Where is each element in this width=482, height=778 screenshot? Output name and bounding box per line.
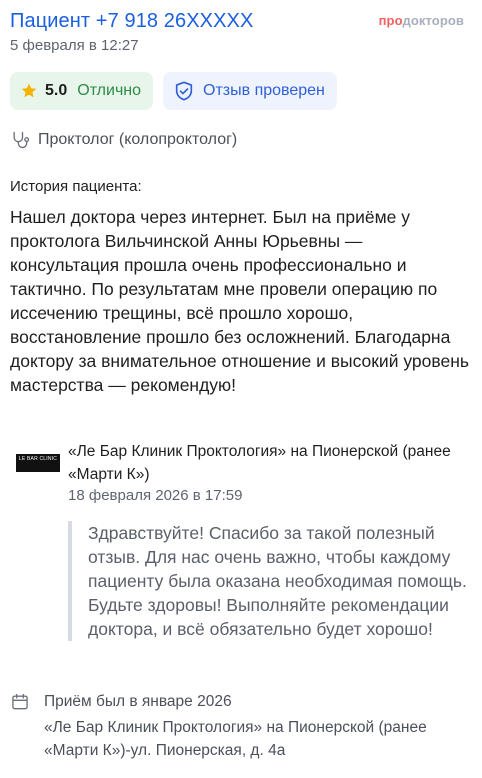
star-icon: [21, 83, 37, 98]
shield-check-icon: [175, 81, 193, 101]
doctor-specialty: Проктолог (колопроктолог): [10, 130, 237, 150]
story-text: Нашел доктора через интернет. Был на при…: [10, 207, 469, 395]
clinic-logo: LE BAR CLINIC: [16, 454, 60, 472]
reply-text: Здравствуйте! Спасибо за такой полезный …: [88, 523, 467, 639]
story-heading: История пациента:: [10, 178, 142, 195]
verified-label: Отзыв проверен: [203, 82, 325, 99]
visit-address[interactable]: «Ле Бар Клиник Проктология» на Пионерско…: [44, 716, 474, 762]
rating-score: 5.0: [45, 82, 68, 99]
verified-badge[interactable]: Отзыв проверен: [163, 72, 337, 110]
reply-date: 18 февраля 2026 в 17:59: [68, 487, 243, 504]
logo-part-doctors: докторов: [402, 13, 464, 28]
review-date: 5 февраля в 12:27: [10, 37, 139, 54]
rating-word: Отлично: [77, 82, 142, 99]
logo-part-pro: про: [378, 13, 403, 28]
rating-badge: 5.0 Отлично: [10, 72, 154, 110]
review-header: Пациент +7 918 26XXXXX продокторов: [10, 8, 472, 34]
stethoscope-icon: [13, 131, 30, 149]
prodoctorov-logo[interactable]: продокторов: [379, 13, 464, 28]
calendar-icon: [12, 693, 28, 710]
visit-date: Приём был в январе 2026: [44, 693, 232, 710]
clinic-reply: Здравствуйте! Спасибо за такой полезный …: [68, 521, 478, 641]
specialty-label[interactable]: Проктолог (колопроктолог): [38, 131, 237, 149]
clinic-name[interactable]: «Ле Бар Клиник Проктология» на Пионерско…: [68, 440, 473, 486]
review-badges: 5.0 Отлично Отзыв проверен: [10, 72, 337, 110]
